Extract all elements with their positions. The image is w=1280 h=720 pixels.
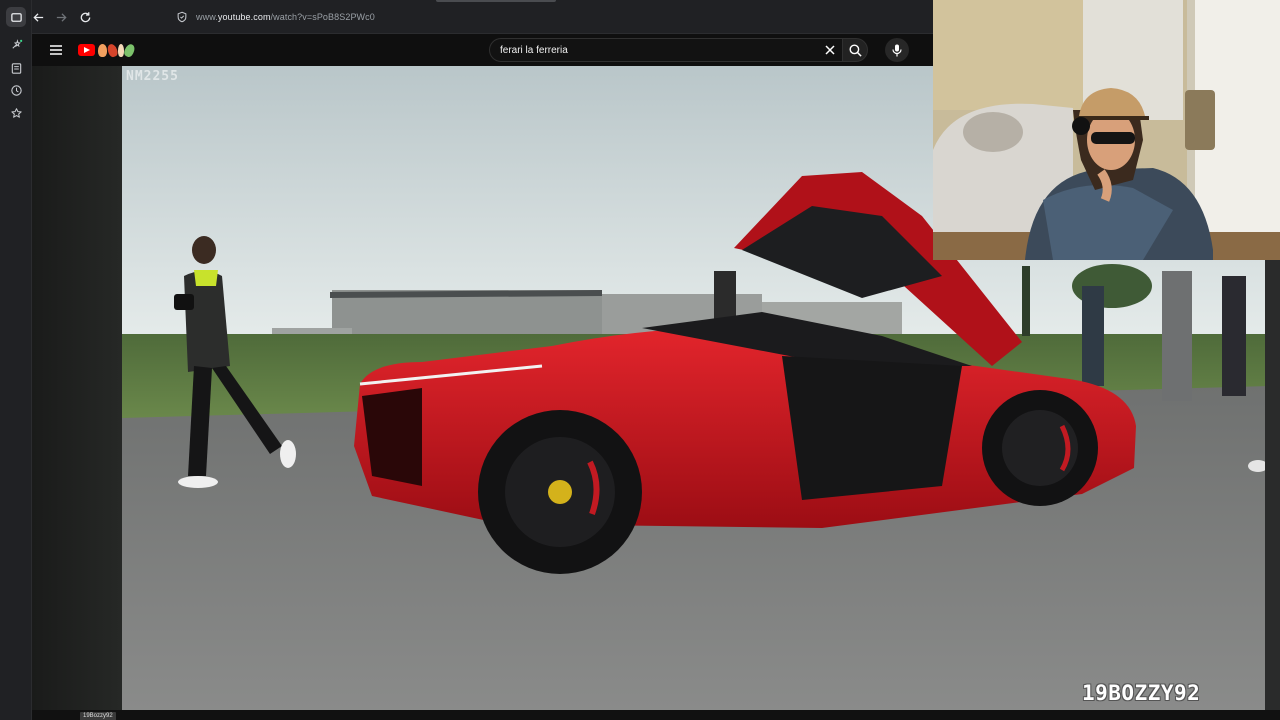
microphone-icon (892, 44, 902, 56)
taskbar-strip (32, 710, 1280, 720)
channel-watermark: 19BOZZY92 (1082, 681, 1201, 705)
active-tab-indicator (436, 0, 556, 2)
search-box[interactable] (489, 38, 842, 62)
webcam-feed (933, 0, 1280, 260)
youtube-play-icon (78, 44, 95, 56)
search-input[interactable] (490, 44, 818, 56)
url-path: /watch?v=sPoB8S2PWc0 (270, 12, 375, 22)
menu-icon[interactable] (46, 40, 66, 60)
browser-sidebar (0, 0, 32, 720)
url-text[interactable]: www.youtube.com/watch?v=sPoB8S2PWc0 (196, 12, 375, 22)
youtube-doodle-icon (98, 42, 137, 58)
back-icon[interactable] (28, 7, 48, 27)
voice-search-button[interactable] (885, 38, 909, 62)
url-prefix: www. (196, 12, 218, 22)
page-background-right (1265, 260, 1280, 710)
extensions-icon[interactable] (6, 35, 26, 55)
search-icon (849, 44, 862, 57)
youtube-logo[interactable] (78, 41, 137, 59)
favorites-icon[interactable] (6, 103, 26, 123)
reading-list-icon[interactable] (6, 58, 26, 78)
search-button[interactable] (842, 38, 868, 62)
reload-icon[interactable] (75, 7, 95, 27)
forward-icon[interactable] (51, 7, 71, 27)
browser-toolbar: www.youtube.com/watch?v=sPoB8S2PWc0 (32, 0, 933, 34)
viewer-tag: 19Bozzy92 (80, 712, 116, 720)
site-info-icon[interactable] (172, 7, 192, 27)
video-watermark: NM2255 (126, 69, 179, 84)
url-host: youtube.com (217, 12, 271, 22)
tabs-icon[interactable] (6, 7, 26, 27)
history-icon[interactable] (6, 80, 26, 100)
page-background (32, 66, 122, 710)
webcam-overlay (933, 0, 1280, 260)
address-bar[interactable]: www.youtube.com/watch?v=sPoB8S2PWc0 (168, 6, 928, 28)
youtube-masthead (32, 34, 933, 66)
clear-search-icon[interactable] (818, 38, 842, 62)
